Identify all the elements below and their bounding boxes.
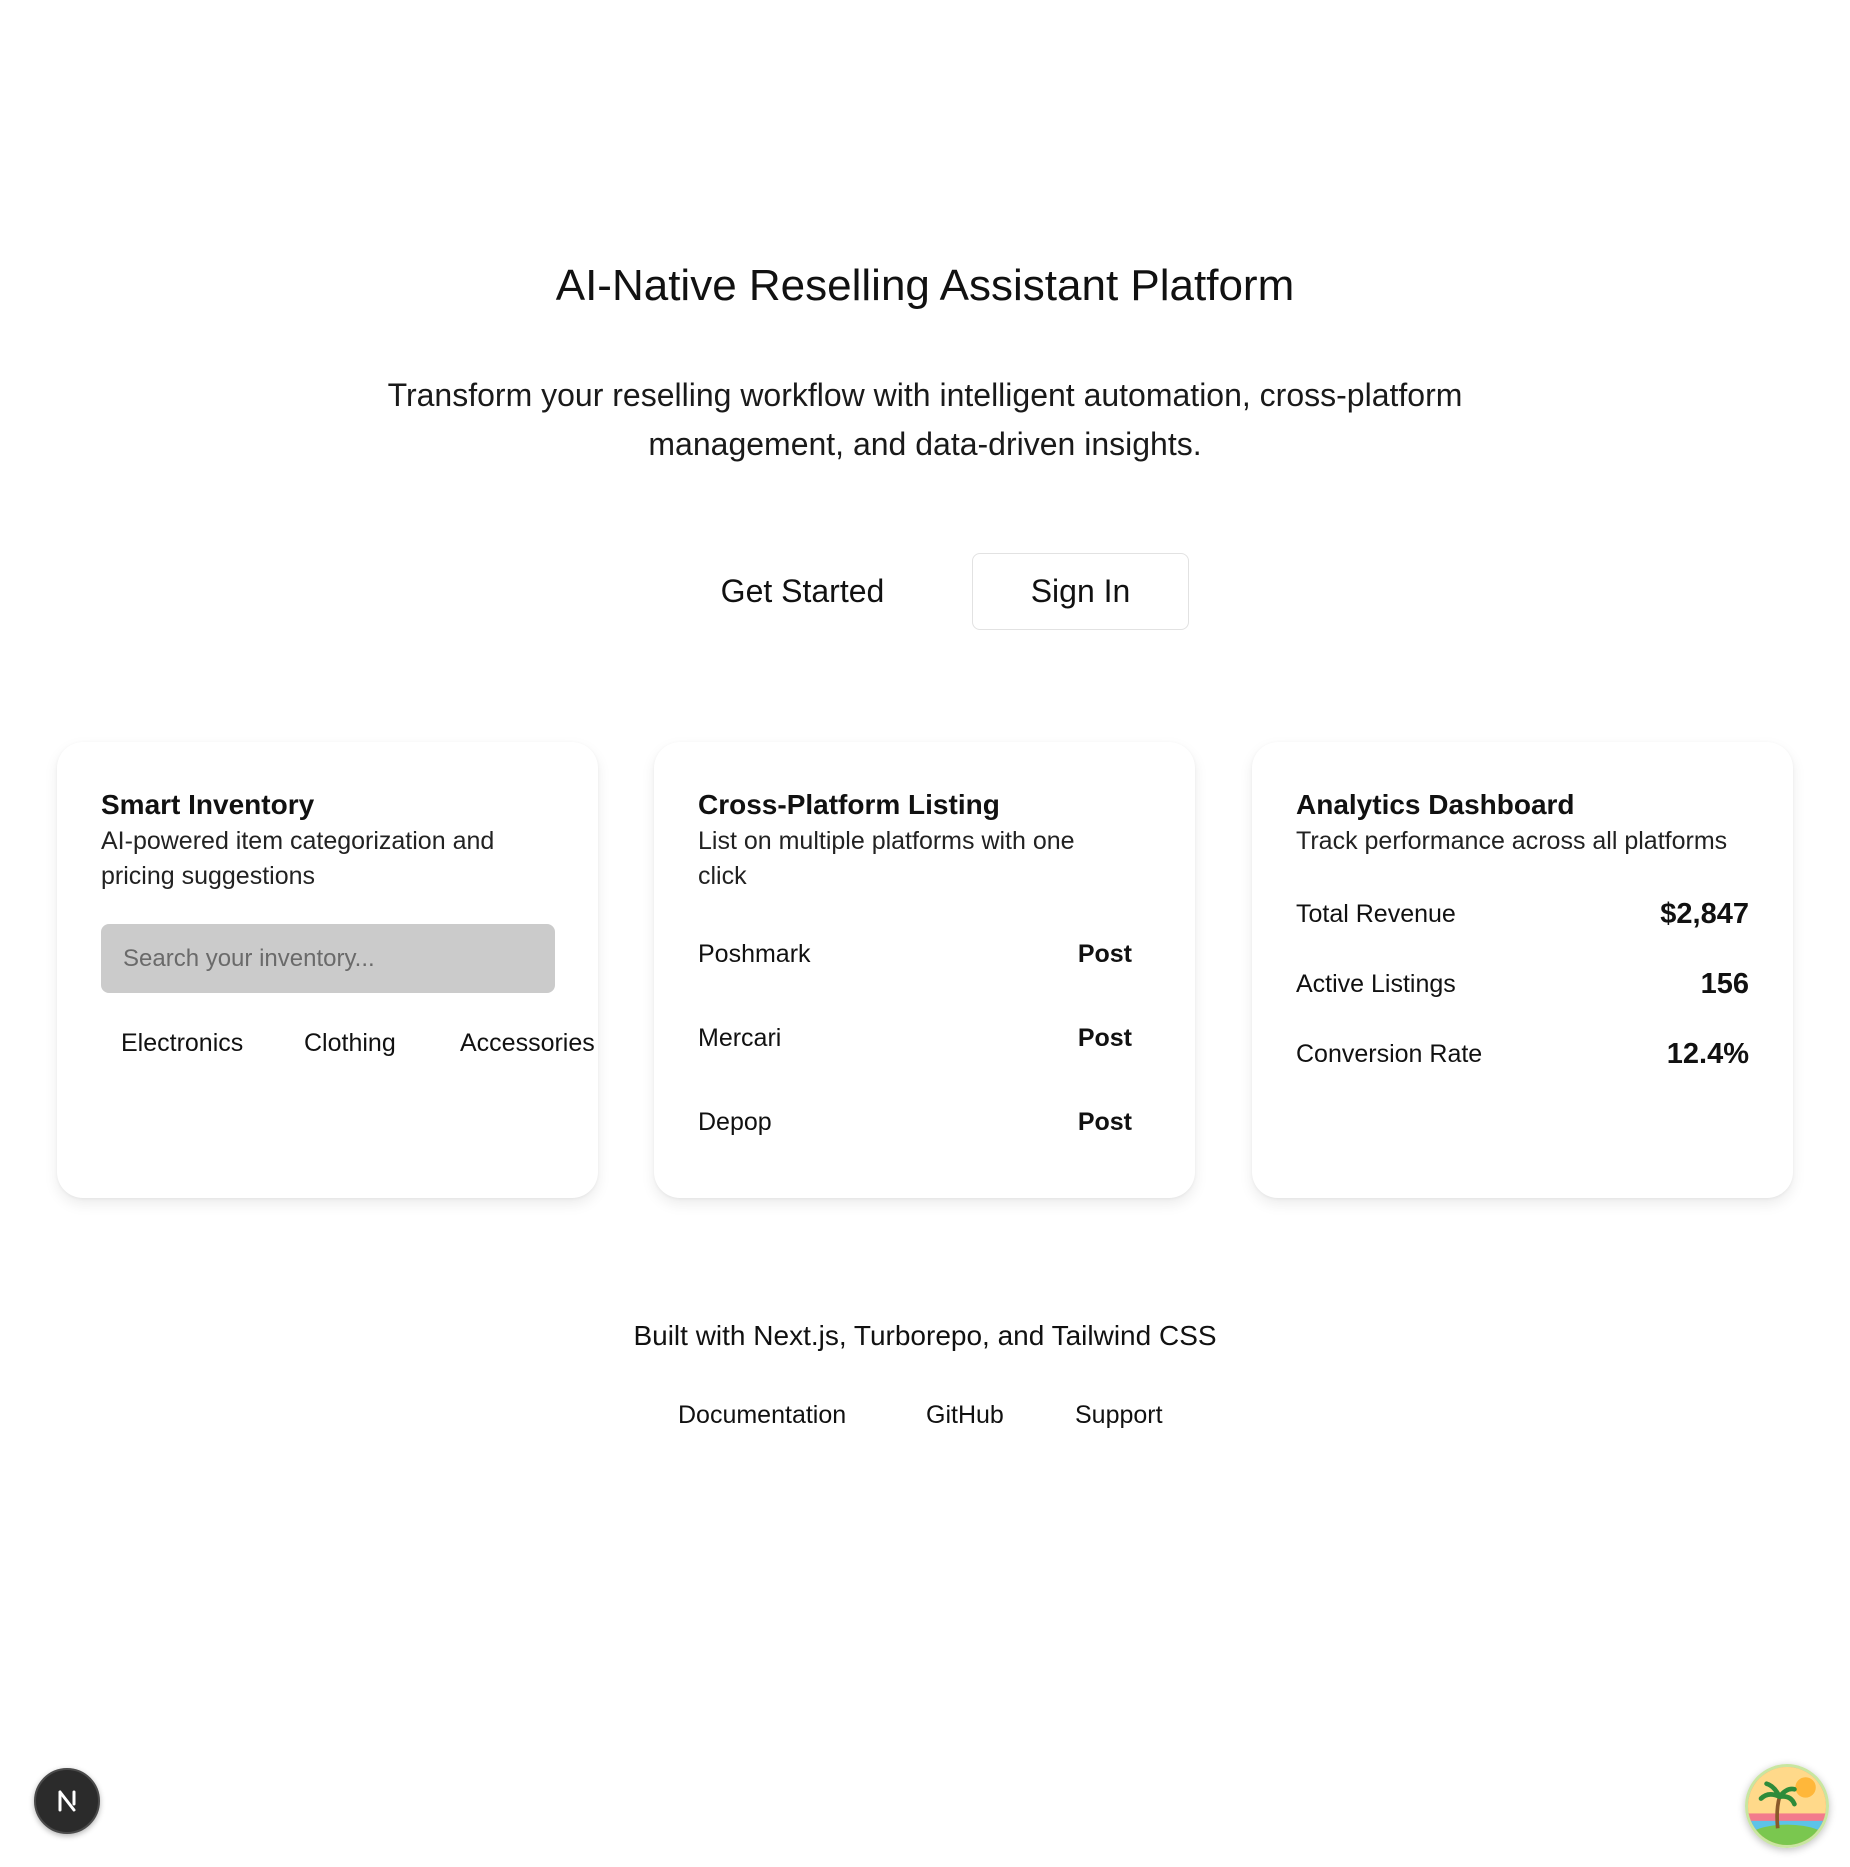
card-description-line2: click	[698, 862, 747, 890]
stat-label: Active Listings	[1296, 969, 1456, 998]
footer-links: Documentation GitHub Support	[0, 1395, 1850, 1435]
footer-link-github[interactable]: GitHub	[926, 1395, 1004, 1435]
footer-link-support[interactable]: Support	[1075, 1395, 1163, 1435]
stat-value: $2,847	[1660, 897, 1749, 930]
beach-avatar-icon[interactable]	[1745, 1764, 1829, 1848]
nextjs-logo-icon[interactable]	[34, 1768, 100, 1834]
card-description-line1: AI-powered item categorization and	[101, 827, 495, 855]
footer-link-documentation[interactable]: Documentation	[678, 1395, 846, 1435]
stat-label: Total Revenue	[1296, 899, 1456, 928]
card-description: Track performance across all platforms	[1296, 827, 1728, 855]
analytics-dashboard-card: Analytics Dashboard Track performance ac…	[1252, 742, 1793, 1198]
card-title: Cross-Platform Listing	[698, 789, 1000, 820]
nextjs-n-glyph	[58, 1790, 76, 1812]
platform-row-poshmark: Poshmark Post	[698, 912, 1132, 996]
cta-row: Get Started Sign In	[0, 553, 1850, 630]
category-chips: Electronics Clothing Accessories	[101, 1023, 621, 1063]
stat-row-active-listings: Active Listings 156	[1296, 949, 1749, 1019]
category-accessories[interactable]: Accessories	[460, 1023, 595, 1063]
hero-subtitle-line2: management, and data-driven insights.	[648, 426, 1202, 462]
stat-value: 12.4%	[1666, 1037, 1749, 1070]
platform-name: Depop	[698, 1107, 772, 1136]
avatar-beach-scene	[1748, 1767, 1826, 1845]
post-poshmark-button[interactable]: Post	[1078, 940, 1132, 969]
landing-page: AI-Native Reselling Assistant Platform T…	[0, 0, 1850, 1867]
stat-row-conversion-rate: Conversion Rate 12.4%	[1296, 1019, 1749, 1089]
card-title: Analytics Dashboard	[1296, 789, 1575, 820]
post-depop-button[interactable]: Post	[1078, 1108, 1132, 1137]
platform-row-depop: Depop Post	[698, 1080, 1132, 1164]
card-description: AI-powered item categorization and prici…	[101, 824, 554, 894]
sign-in-button[interactable]: Sign In	[972, 553, 1189, 630]
cross-platform-listing-card: Cross-Platform Listing List on multiple …	[654, 742, 1195, 1198]
page-title: AI-Native Reselling Assistant Platform	[555, 261, 1295, 310]
post-mercari-button[interactable]: Post	[1078, 1024, 1132, 1053]
card-description-line2: pricing suggestions	[101, 862, 316, 890]
hero-subtitle-line1: Transform your reselling workflow with i…	[387, 377, 1463, 413]
get-started-button[interactable]: Get Started	[690, 553, 915, 630]
category-electronics[interactable]: Electronics	[121, 1023, 243, 1063]
smart-inventory-card: Smart Inventory AI-powered item categori…	[57, 742, 598, 1198]
inventory-search-input[interactable]	[101, 924, 555, 993]
category-clothing[interactable]: Clothing	[304, 1023, 396, 1063]
stat-list: Total Revenue $2,847 Active Listings 156…	[1296, 879, 1749, 1089]
stat-row-total-revenue: Total Revenue $2,847	[1296, 879, 1749, 949]
card-description: List on multiple platforms with one clic…	[698, 824, 1151, 894]
platform-name: Mercari	[698, 1023, 782, 1052]
platform-row-mercari: Mercari Post	[698, 996, 1132, 1080]
footer-built-with: Built with Next.js, Turborepo, and Tailw…	[633, 1320, 1217, 1351]
stat-value: 156	[1700, 967, 1749, 1000]
platform-name: Poshmark	[698, 939, 811, 968]
platform-list: Poshmark Post Mercari Post Depop Post	[698, 912, 1151, 1164]
card-description-line1: List on multiple platforms with one	[698, 827, 1075, 855]
card-title: Smart Inventory	[101, 789, 315, 820]
stat-label: Conversion Rate	[1296, 1039, 1483, 1068]
hero-subtitle: Transform your reselling workflow with i…	[325, 371, 1525, 469]
